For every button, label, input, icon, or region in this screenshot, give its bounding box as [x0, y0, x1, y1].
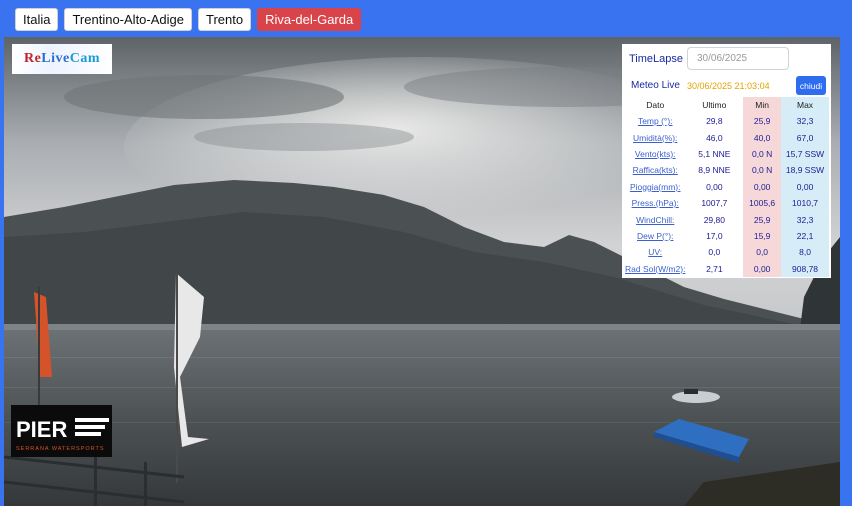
metric-link[interactable]: Temp (°):: [625, 113, 685, 129]
metric-link[interactable]: Umidità(%):: [625, 129, 685, 145]
metric-link[interactable]: Dew P(°):: [625, 228, 685, 244]
metric-last: 1007,7: [701, 198, 728, 209]
metric-last: 17,0: [706, 230, 723, 241]
metric-link[interactable]: Pioggia(mm):: [625, 179, 685, 195]
table-row: Press.(hPa): 1007,7 1005,6 1010,7: [625, 194, 829, 212]
metric-last: 0,00: [706, 181, 723, 192]
timelapse-label: TimeLapse: [629, 53, 684, 65]
metric-last: 46,0: [706, 132, 723, 143]
metric-link[interactable]: Rad Sol(W/m2):: [625, 261, 685, 277]
table-row: Rad Sol(W/m2): 2,71 0,00 908,78: [625, 260, 829, 277]
meteo-live-label: Meteo Live: [631, 80, 680, 91]
breadcrumb: Italia Trentino-Alto-Adige Trento Riva-d…: [15, 8, 362, 31]
metric-max: 22,1: [781, 227, 829, 245]
pier-logo-tagline: SERRANA WATERSPORTS: [16, 446, 105, 452]
table-row: Pioggia(mm): 0,00 0,00 0,00: [625, 178, 829, 195]
table-row: Raffica(kts): 8,9 NNE 0,0 N 18,9 SSW: [625, 162, 829, 179]
metric-last: 29,80: [703, 214, 725, 225]
timelapse-date-input[interactable]: 30/06/2025: [687, 47, 789, 70]
meteo-live-timestamp: 30/06/2025 21:03:04: [687, 81, 770, 91]
relivecam-logo: Re Live Cam: [12, 44, 112, 74]
breadcrumb-riva-del-garda[interactable]: Riva-del-Garda: [257, 8, 362, 31]
table-row: UV: 0,0 0,0 8,0: [625, 244, 829, 261]
pier-logo-text: PIER: [16, 417, 67, 442]
metric-link[interactable]: Press.(hPa):: [625, 195, 685, 211]
close-button[interactable]: chiudi: [796, 76, 826, 95]
pier-logo: PIER SERRANA WATERSPORTS: [11, 405, 112, 457]
metric-min: 25,9: [743, 211, 782, 228]
breadcrumb-trento[interactable]: Trento: [197, 8, 252, 31]
metric-link[interactable]: WindChill:: [625, 211, 685, 227]
metric-last: 5,1 NNE: [698, 148, 731, 159]
metric-min: 1005,6: [743, 194, 782, 212]
metric-max: 8,0: [781, 244, 829, 261]
metric-last: 8,9 NNE: [698, 165, 731, 176]
metric-min: 0,00: [743, 260, 782, 277]
metric-max: 0,00: [781, 178, 829, 195]
col-header-min: Min: [743, 97, 782, 113]
metric-link[interactable]: UV:: [625, 244, 685, 260]
metric-link[interactable]: Vento(kts):: [625, 146, 685, 162]
metric-max: 18,9 SSW: [781, 162, 829, 179]
metric-min: 0,00: [743, 178, 782, 195]
table-row: Vento(kts): 5,1 NNE 0,0 N 15,7 SSW: [625, 145, 829, 163]
metric-max: 1010,7: [781, 194, 829, 212]
metric-link[interactable]: Raffica(kts):: [625, 162, 685, 178]
metric-last: 29,8: [706, 116, 723, 127]
table-row: Temp (°): 29,8 25,9 32,3: [625, 113, 829, 130]
breadcrumb-italia[interactable]: Italia: [15, 8, 59, 31]
col-header-max: Max: [781, 97, 829, 113]
metric-last: 2,71: [706, 263, 723, 274]
metric-max: 32,3: [781, 113, 829, 130]
table-row: Umidità(%): 46,0 40,0 67,0: [625, 129, 829, 146]
meteo-table: Dato Ultimo Min Max Temp (°): 29,8 25,9 …: [625, 97, 829, 277]
metric-max: 67,0: [781, 129, 829, 146]
metric-min: 25,9: [743, 113, 782, 130]
table-row: Dew P(°): 17,0 15,9 22,1: [625, 227, 829, 245]
metric-max: 908,78: [781, 260, 829, 277]
table-row: WindChill: 29,80 25,9 32,3: [625, 211, 829, 228]
metric-min: 40,0: [743, 129, 782, 146]
breadcrumb-trentino-alto-adige[interactable]: Trentino-Alto-Adige: [64, 8, 192, 31]
col-header-ultimo: Ultimo: [702, 100, 727, 110]
metric-max: 32,3: [781, 211, 829, 228]
meteo-panel: TimeLapse 30/06/2025 Meteo Live 30/06/20…: [622, 44, 831, 278]
metric-min: 0,0 N: [743, 162, 782, 179]
metric-min: 15,9: [743, 227, 782, 245]
metric-min: 0,0: [743, 244, 782, 261]
metric-min: 0,0 N: [743, 145, 782, 163]
metric-last: 0,0: [708, 247, 721, 258]
metric-max: 15,7 SSW: [781, 145, 829, 163]
col-header-dato: Dato: [646, 100, 665, 110]
